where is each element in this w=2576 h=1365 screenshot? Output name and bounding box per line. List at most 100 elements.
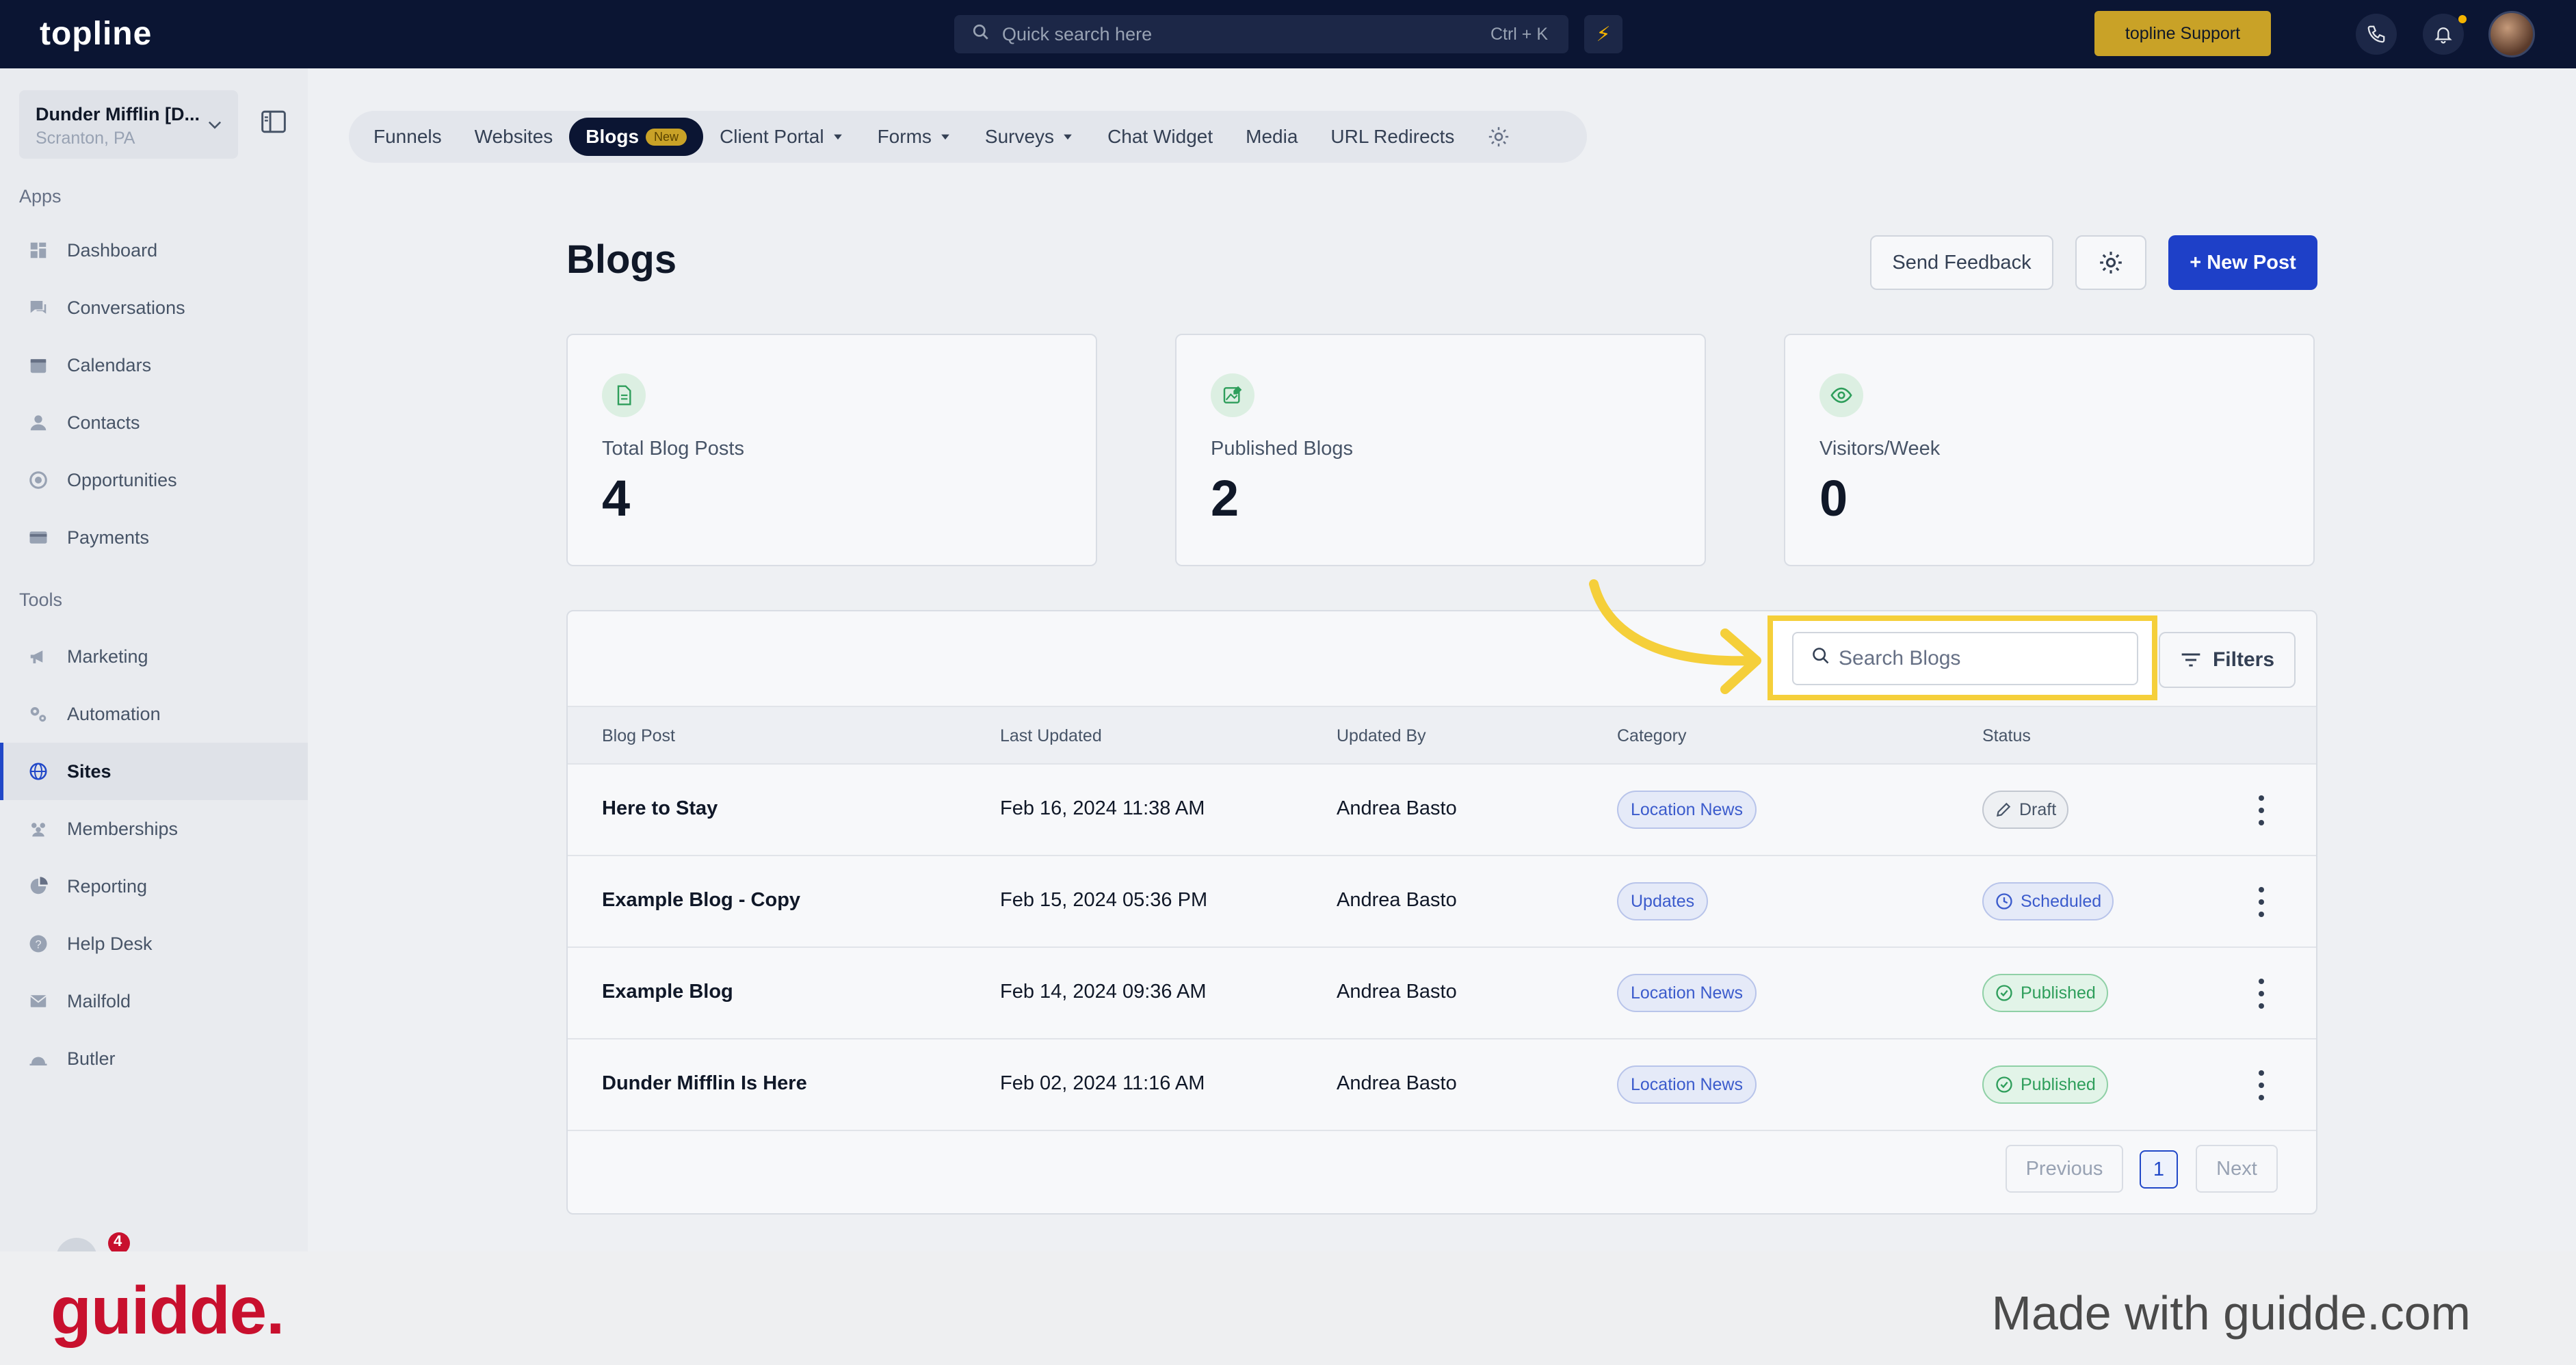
sidebar-item-dashboard[interactable]: Dashboard — [0, 222, 308, 279]
blog-title[interactable]: Example Blog — [602, 981, 733, 1003]
send-feedback-button[interactable]: Send Feedback — [1870, 235, 2053, 290]
sidebar-item-label: Contacts — [67, 412, 140, 433]
sidebar-item-help-desk[interactable]: ? Help Desk — [0, 915, 308, 972]
tab-client-portal[interactable]: Client Portal — [703, 118, 861, 156]
tab-funnels[interactable]: Funnels — [357, 118, 458, 156]
svg-text:?: ? — [35, 938, 41, 951]
row-actions-menu[interactable] — [2253, 884, 2270, 920]
sidebar-item-memberships[interactable]: Memberships — [0, 800, 308, 858]
column-header-blog-post[interactable]: Blog Post — [602, 726, 675, 746]
sidebar-item-label: Payments — [67, 527, 150, 548]
sidebar-item-label: Opportunities — [67, 469, 177, 490]
chevron-down-icon — [1064, 134, 1072, 140]
blog-title[interactable]: Dunder Mifflin Is Here — [602, 1072, 807, 1095]
last-updated: Feb 02, 2024 11:16 AM — [1000, 1072, 1205, 1094]
status-label: Published — [2021, 983, 2096, 1003]
status-badge: Published — [1982, 974, 2108, 1012]
sidebar-item-marketing[interactable]: Marketing — [0, 628, 308, 685]
tab-media[interactable]: Media — [1229, 118, 1314, 156]
sidebar-item-label: Butler — [67, 1048, 116, 1069]
status-label: Published — [2021, 1074, 2096, 1094]
blog-table-card: Blog Post Last Updated Updated By Catego… — [566, 610, 2317, 1215]
megaphone-icon — [26, 644, 51, 669]
sidebar-item-label: Help Desk — [67, 933, 153, 954]
tab-chat-widget[interactable]: Chat Widget — [1091, 118, 1229, 156]
user-avatar[interactable] — [2488, 11, 2535, 57]
category-badge: Updates — [1617, 882, 1709, 920]
tab-label: Funnels — [373, 126, 442, 147]
tab-label: Media — [1246, 126, 1298, 147]
sidebar-item-automation[interactable]: Automation — [0, 685, 308, 743]
next-page-button[interactable]: Next — [2196, 1145, 2278, 1193]
sidebar-item-label: Sites — [67, 760, 111, 782]
table-row[interactable]: Example Blog Feb 14, 2024 09:36 AM Andre… — [568, 948, 2316, 1039]
check-circle-icon — [1996, 985, 2012, 1001]
column-header-last-updated[interactable]: Last Updated — [1000, 726, 1102, 746]
table-header: Blog Post Last Updated Updated By Catego… — [568, 706, 2316, 765]
search-icon — [972, 23, 990, 46]
sidebar-item-calendars[interactable]: Calendars — [0, 336, 308, 394]
sidebar-item-label: Conversations — [67, 297, 185, 318]
table-row[interactable]: Here to Stay Feb 16, 2024 11:38 AM Andre… — [568, 765, 2316, 856]
made-with-text: Made with guidde.com — [1991, 1286, 2471, 1340]
apps-section-label: Apps — [19, 186, 62, 207]
tab-websites[interactable]: Websites — [458, 118, 570, 156]
sidebar-item-opportunities[interactable]: Opportunities — [0, 451, 308, 509]
sidebar-item-payments[interactable]: Payments — [0, 509, 308, 566]
gear-icon — [2100, 252, 2122, 274]
tab-forms[interactable]: Forms — [861, 118, 969, 156]
quick-action-button[interactable]: ⚡ — [1584, 15, 1622, 53]
blog-title[interactable]: Example Blog - Copy — [602, 889, 800, 912]
quick-search-input[interactable]: Quick search here Ctrl + K — [954, 15, 1568, 53]
row-actions-menu[interactable] — [2253, 975, 2270, 1012]
guidde-footer: guidde. Made with guidde.com — [0, 1251, 2576, 1365]
guidde-logo: guidde. — [51, 1273, 285, 1348]
app-logo[interactable]: topline — [40, 15, 152, 53]
notifications-button[interactable] — [2423, 14, 2464, 55]
sidebar-collapse-icon[interactable] — [260, 109, 287, 134]
stat-value: 4 — [602, 470, 631, 527]
support-button[interactable]: topline Support — [2094, 11, 2271, 56]
page-title: Blogs — [566, 237, 677, 282]
quick-search-placeholder: Quick search here — [1002, 23, 1153, 44]
sidebar-item-reporting[interactable]: Reporting — [0, 858, 308, 915]
blog-title[interactable]: Here to Stay — [602, 797, 718, 820]
contact-icon — [26, 410, 51, 435]
sidebar-item-conversations[interactable]: Conversations — [0, 279, 308, 336]
row-actions-menu[interactable] — [2253, 1067, 2270, 1104]
dashboard-icon — [26, 238, 51, 263]
filters-button[interactable]: Filters — [2159, 632, 2296, 688]
stat-label: Visitors/Week — [1819, 438, 1941, 460]
tab-surveys[interactable]: Surveys — [969, 118, 1091, 156]
previous-page-button[interactable]: Previous — [2006, 1145, 2123, 1193]
tab-blogs[interactable]: Blogs New — [569, 118, 704, 156]
sidebar-item-mailfold[interactable]: Mailfold — [0, 972, 308, 1030]
new-post-button[interactable]: + New Post — [2168, 235, 2317, 290]
column-header-updated-by[interactable]: Updated By — [1337, 726, 1426, 746]
page-number-button[interactable]: 1 — [2140, 1150, 2178, 1189]
column-header-category[interactable]: Category — [1617, 726, 1686, 746]
location-switcher[interactable]: Dunder Mifflin [D... Scranton, PA — [19, 90, 238, 159]
updated-by: Andrea Basto — [1337, 981, 1457, 1003]
sidebar-item-contacts[interactable]: Contacts — [0, 394, 308, 451]
stat-label: Total Blog Posts — [602, 438, 744, 460]
clock-icon — [1996, 893, 2012, 910]
sidebar-item-butler[interactable]: Butler — [0, 1030, 308, 1087]
tab-url-redirects[interactable]: URL Redirects — [1314, 118, 1471, 156]
tab-label: Forms — [877, 126, 932, 147]
status-badge: Scheduled — [1982, 882, 2114, 920]
table-row[interactable]: Dunder Mifflin Is Here Feb 02, 2024 11:1… — [568, 1039, 2316, 1131]
search-blogs-input[interactable]: Search Blogs — [1792, 632, 2138, 685]
table-row[interactable]: Example Blog - Copy Feb 15, 2024 05:36 P… — [568, 856, 2316, 948]
sites-tab-bar: Funnels Websites Blogs New Client Portal … — [349, 111, 1587, 163]
category-badge: Location News — [1617, 791, 1757, 829]
blog-settings-button[interactable] — [2075, 235, 2146, 290]
gear-icon[interactable] — [1487, 125, 1510, 148]
row-actions-menu[interactable] — [2253, 792, 2270, 829]
pie-icon — [26, 874, 51, 899]
column-header-status[interactable]: Status — [1982, 726, 2031, 746]
phone-button[interactable] — [2356, 14, 2397, 55]
category-badge: Location News — [1617, 1065, 1757, 1104]
sidebar-item-sites[interactable]: Sites — [0, 743, 308, 800]
search-placeholder: Search Blogs — [1839, 647, 1961, 670]
